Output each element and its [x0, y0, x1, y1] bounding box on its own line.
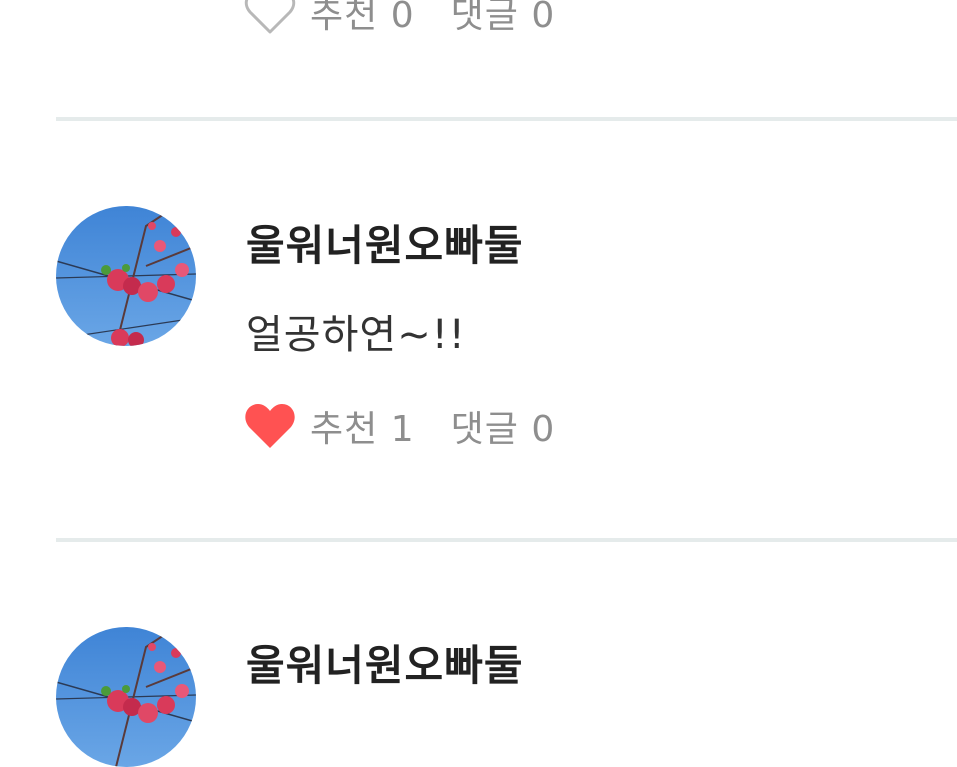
like-count-value: 0 [390, 0, 415, 36]
heart-outline-icon[interactable] [244, 0, 296, 36]
like-count[interactable]: 추천 1 [310, 400, 415, 452]
like-count-value: 1 [390, 409, 415, 450]
reply-count-value: 0 [531, 0, 556, 36]
reply-label: 댓글 [450, 0, 519, 36]
avatar[interactable] [56, 627, 196, 767]
reply-count[interactable]: 댓글 0 [451, 0, 556, 38]
divider [56, 117, 957, 121]
reply-count[interactable]: 댓글 0 [451, 400, 556, 452]
avatar[interactable] [56, 206, 196, 346]
comment-author[interactable]: 울워너원오빠둘 [246, 632, 523, 693]
like-label: 추천 [310, 409, 379, 450]
comment-stats: 추천 0 댓글 0 [244, 0, 555, 40]
comment-feed: 추천 0 댓글 0 울워너원오빠둘 얼공하연~!! 추천 1 댓글 0 울워너원… [0, 0, 957, 767]
comment-author[interactable]: 울워너원오빠둘 [246, 212, 523, 273]
divider [56, 538, 957, 542]
comment-text: 얼공하연~!! [246, 312, 466, 358]
reply-label: 댓글 [450, 409, 519, 450]
reply-count-value: 0 [531, 409, 556, 450]
like-label: 추천 [310, 0, 379, 36]
comment-stats: 추천 1 댓글 0 [244, 398, 555, 454]
like-count[interactable]: 추천 0 [310, 0, 415, 38]
heart-filled-icon[interactable] [244, 402, 296, 450]
